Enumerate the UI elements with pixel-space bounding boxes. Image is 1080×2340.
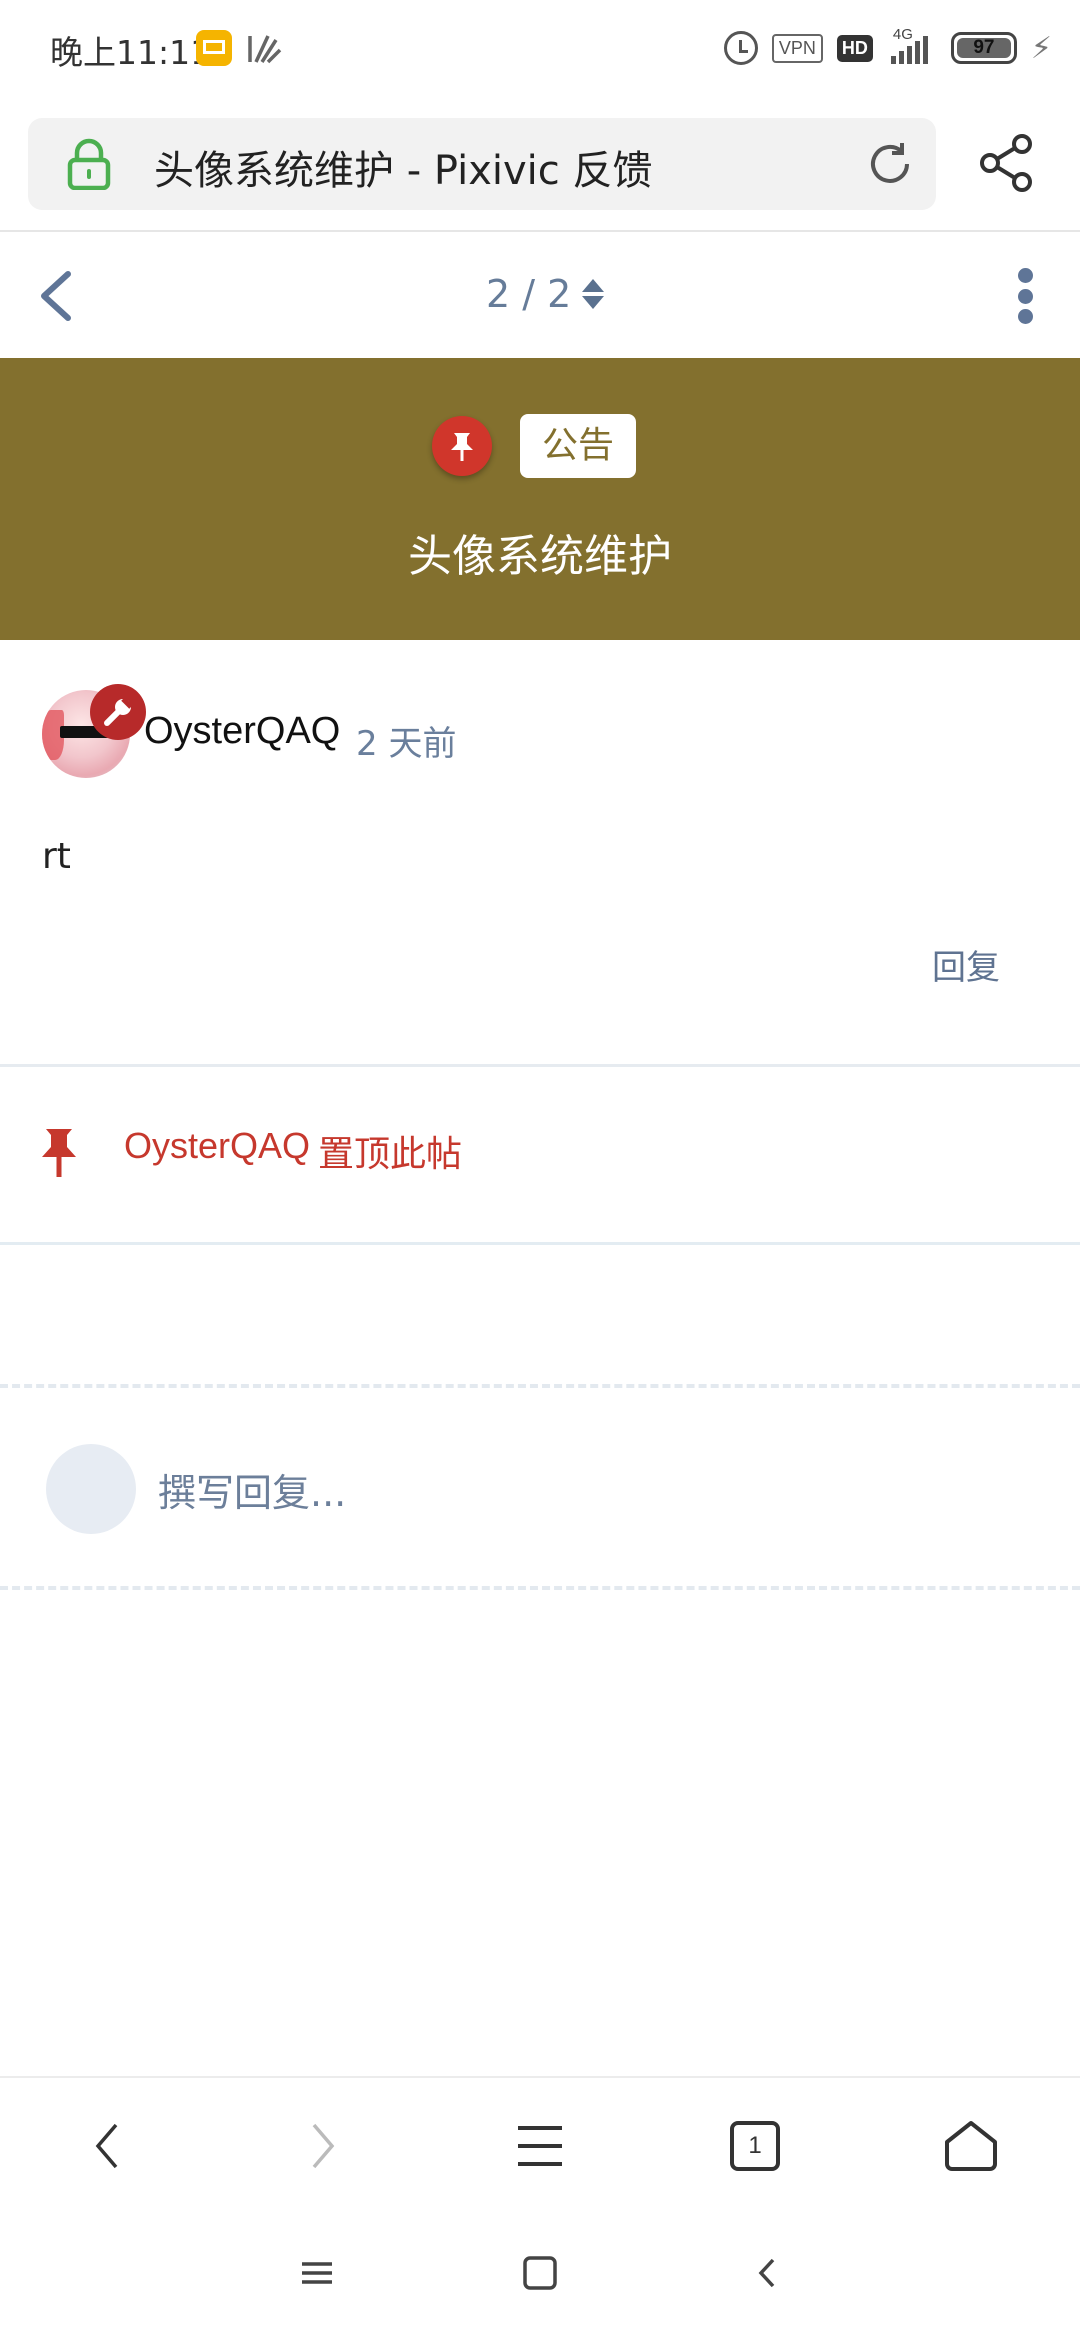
browser-forward-icon[interactable] xyxy=(288,2114,358,2178)
sort-arrows-icon xyxy=(581,277,605,311)
back-chevron-icon[interactable] xyxy=(36,268,76,324)
mail-icon xyxy=(196,30,232,66)
recents-icon[interactable] xyxy=(292,2248,342,2298)
signal-icon: 4G xyxy=(887,26,937,66)
topic-nav: 2 / 2 xyxy=(0,232,1080,358)
vpn-icon: VPN xyxy=(771,33,823,63)
battery-icon: 97 xyxy=(950,32,1017,64)
address-bar[interactable]: 头像系统维护 - Pixivic 反馈 xyxy=(28,118,936,210)
wrench-icon xyxy=(90,684,146,740)
reply-input[interactable]: 撰写回复... xyxy=(158,1462,346,1517)
pager-label: 2 / 2 xyxy=(486,272,572,316)
post-timestamp[interactable]: 2 天前 xyxy=(356,716,456,765)
alarm-icon xyxy=(723,31,758,65)
pin-icon xyxy=(432,416,492,476)
topic-pager[interactable]: 2 / 2 xyxy=(486,272,605,316)
pinned-event: OysterQAQ 置顶此帖 xyxy=(0,1067,1080,1242)
post-body: rt xyxy=(42,836,71,877)
app-icon xyxy=(248,35,282,64)
topic-header: 公告 头像系统维护 xyxy=(0,358,1080,640)
status-icons: VPN HD 4G 97 ⚡ xyxy=(723,26,1052,68)
event-user-link[interactable]: OysterQAQ xyxy=(124,1125,310,1167)
pin-icon xyxy=(42,1129,76,1177)
avatar xyxy=(46,1444,136,1534)
system-back-icon[interactable] xyxy=(743,2248,793,2298)
browser-menu-icon[interactable] xyxy=(505,2114,575,2178)
home-button-icon[interactable] xyxy=(515,2248,565,2298)
status-time: 晚上11:11 xyxy=(50,33,212,72)
home-icon[interactable] xyxy=(936,2114,1006,2178)
divider xyxy=(0,1242,1080,1245)
browser-back-icon[interactable] xyxy=(72,2114,142,2178)
reload-icon[interactable] xyxy=(864,138,916,190)
hd-icon: HD xyxy=(836,34,873,62)
tabs-icon[interactable]: 1 xyxy=(720,2114,790,2178)
category-tag[interactable]: 公告 xyxy=(520,414,637,478)
system-navigation xyxy=(0,2210,1080,2340)
page-title[interactable]: 头像系统维护 - Pixivic 反馈 xyxy=(154,138,653,196)
more-menu-icon[interactable] xyxy=(1018,268,1034,324)
status-bar: 晚上11:11 VPN HD 4G 97 ⚡ xyxy=(0,0,1080,100)
post: OysterQAQ 2 天前 rt 回复 xyxy=(0,640,1080,1066)
post-author[interactable]: OysterQAQ xyxy=(144,710,340,753)
event-action: 置顶此帖 xyxy=(318,1134,463,1175)
reply-button[interactable]: 回复 xyxy=(932,940,1000,989)
share-icon[interactable] xyxy=(978,132,1036,194)
reply-composer[interactable]: 撰写回复... xyxy=(0,1384,1080,1590)
lock-icon xyxy=(67,138,111,190)
browser-toolbar: 1 xyxy=(0,2076,1080,2210)
tab-count: 1 xyxy=(730,2121,780,2171)
topic-title: 头像系统维护 xyxy=(408,531,672,582)
charging-icon: ⚡ xyxy=(1030,30,1052,66)
battery-level: 97 xyxy=(973,37,995,58)
